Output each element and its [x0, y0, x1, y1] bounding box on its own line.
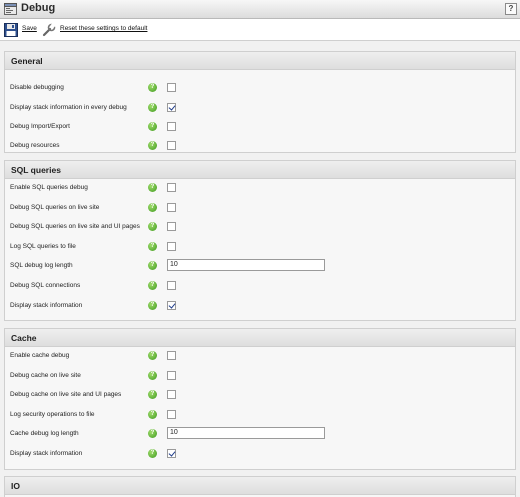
setting-row: SQL debug log length ? 10: [5, 259, 515, 273]
question-help-icon[interactable]: ?: [148, 371, 157, 380]
sql-debug-log-length-input[interactable]: 10: [167, 259, 325, 271]
setting-row: Debug Import/Export ?: [5, 120, 515, 134]
question-help-icon[interactable]: ?: [148, 183, 157, 192]
section-header: SQL queries: [5, 161, 515, 179]
section-title: General: [11, 56, 43, 66]
question-help-icon[interactable]: ?: [148, 301, 157, 310]
question-help-icon[interactable]: ?: [148, 242, 157, 251]
setting-label: Display stack information in every debug: [10, 104, 127, 111]
setting-row: Display stack information ?: [5, 299, 515, 313]
question-help-icon[interactable]: ?: [148, 429, 157, 438]
enable-sql-debug-checkbox[interactable]: [167, 183, 176, 192]
debug-sql-live-ui-checkbox[interactable]: [167, 222, 176, 231]
log-security-operations-checkbox[interactable]: [167, 410, 176, 419]
setting-label: Display stack information: [10, 302, 83, 309]
setting-label: Enable SQL queries debug: [10, 184, 88, 191]
question-help-icon[interactable]: ?: [148, 261, 157, 270]
display-stack-every-debug-checkbox[interactable]: [167, 103, 176, 112]
setting-row: Display stack information ?: [5, 447, 515, 461]
debug-sql-live-site-checkbox[interactable]: [167, 203, 176, 212]
debug-window-icon: [4, 3, 17, 15]
debug-import-export-checkbox[interactable]: [167, 122, 176, 131]
question-help-icon[interactable]: ?: [148, 222, 157, 231]
debug-sql-connections-checkbox[interactable]: [167, 281, 176, 290]
setting-label: Debug resources: [10, 142, 60, 149]
page-title: Debug: [21, 2, 56, 14]
question-help-icon[interactable]: ?: [148, 410, 157, 419]
setting-label: Debug cache on live site: [10, 372, 81, 379]
settings-content: General Disable debugging ? Display stac…: [0, 41, 520, 497]
setting-label: Log security operations to file: [10, 411, 95, 418]
setting-label: SQL debug log length: [10, 262, 73, 269]
question-help-icon[interactable]: ?: [148, 103, 157, 112]
setting-label: Disable debugging: [10, 84, 64, 91]
setting-row: Cache debug log length ? 10: [5, 427, 515, 441]
question-help-icon[interactable]: ?: [148, 203, 157, 212]
cache-debug-log-length-input[interactable]: 10: [167, 427, 325, 439]
setting-row: Debug cache on live site and UI pages ?: [5, 388, 515, 402]
question-help-icon[interactable]: ?: [148, 141, 157, 150]
section-cache: Cache Enable cache debug ? Debug cache o…: [4, 328, 516, 470]
question-help-icon[interactable]: ?: [148, 351, 157, 360]
setting-label: Display stack information: [10, 450, 83, 457]
disable-debugging-checkbox[interactable]: [167, 83, 176, 92]
section-title: IO: [11, 481, 20, 491]
floppy-disk-icon: [4, 23, 18, 37]
setting-label: Cache debug log length: [10, 430, 79, 437]
save-button[interactable]: Save: [4, 22, 44, 38]
reset-defaults-button[interactable]: Reset these settings to default: [42, 22, 162, 38]
setting-row: Debug SQL queries on live site and UI pa…: [5, 220, 515, 234]
question-help-icon[interactable]: ?: [148, 281, 157, 290]
setting-row: Display stack information in every debug…: [5, 101, 515, 115]
setting-label: Enable cache debug: [10, 352, 70, 359]
setting-label: Debug SQL queries on live site and UI pa…: [10, 223, 140, 230]
toolbar: Save Reset these settings to default: [0, 19, 520, 41]
section-title: Cache: [11, 333, 37, 343]
setting-row: Enable SQL queries debug ?: [5, 181, 515, 195]
save-label: Save: [22, 25, 37, 32]
sql-display-stack-checkbox[interactable]: [167, 301, 176, 310]
setting-row: Debug SQL connections ?: [5, 279, 515, 293]
section-header: Cache: [5, 329, 515, 347]
cache-display-stack-checkbox[interactable]: [167, 449, 176, 458]
section-header: IO: [5, 477, 515, 495]
title-bar: Debug ?: [0, 0, 520, 19]
debug-cache-live-site-checkbox[interactable]: [167, 371, 176, 380]
section-sql-queries: SQL queries Enable SQL queries debug ? D…: [4, 160, 516, 321]
setting-row: Disable debugging ?: [5, 81, 515, 95]
wrench-icon: [42, 23, 56, 37]
setting-label: Log SQL queries to file: [10, 243, 76, 250]
section-title: SQL queries: [11, 165, 61, 175]
setting-row: Log SQL queries to file ?: [5, 240, 515, 254]
setting-label: Debug Import/Export: [10, 123, 70, 130]
reset-label: Reset these settings to default: [60, 25, 148, 32]
setting-row: Debug SQL queries on live site ?: [5, 201, 515, 215]
section-general: General Disable debugging ? Display stac…: [4, 51, 516, 153]
setting-row: Debug cache on live site ?: [5, 369, 515, 383]
setting-label: Debug SQL queries on live site: [10, 204, 100, 211]
question-help-icon[interactable]: ?: [148, 83, 157, 92]
debug-resources-checkbox[interactable]: [167, 141, 176, 150]
question-help-icon[interactable]: ?: [148, 122, 157, 131]
setting-label: Debug cache on live site and UI pages: [10, 391, 122, 398]
setting-row: Enable cache debug ?: [5, 349, 515, 363]
setting-row: Log security operations to file ?: [5, 408, 515, 422]
setting-label: Debug SQL connections: [10, 282, 81, 289]
log-sql-to-file-checkbox[interactable]: [167, 242, 176, 251]
section-header: General: [5, 52, 515, 70]
section-io: IO: [4, 476, 516, 497]
setting-row: Debug resources ?: [5, 139, 515, 153]
enable-cache-debug-checkbox[interactable]: [167, 351, 176, 360]
question-help-icon[interactable]: ?: [148, 390, 157, 399]
help-button[interactable]: ?: [505, 3, 517, 15]
question-help-icon[interactable]: ?: [148, 449, 157, 458]
debug-cache-live-ui-checkbox[interactable]: [167, 390, 176, 399]
